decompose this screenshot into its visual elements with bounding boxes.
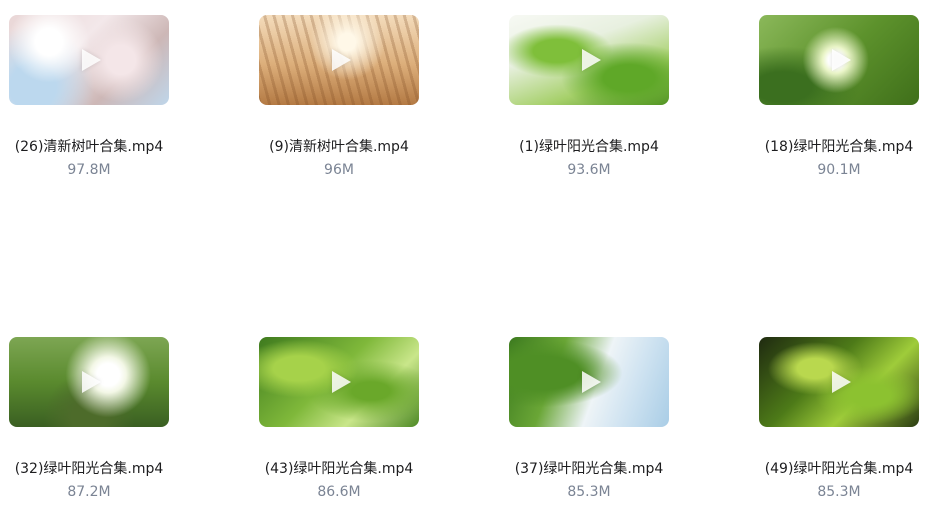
video-file-card[interactable]: (49)绿叶阳光合集.mp4 85.3M bbox=[725, 322, 925, 522]
file-name[interactable]: (1)绿叶阳光合集.mp4 bbox=[475, 136, 703, 156]
file-size: 97.8M bbox=[67, 162, 111, 178]
video-file-grid: (26)清新树叶合集.mp4 97.8M (9)清新树叶合集.mp4 96M (… bbox=[0, 0, 929, 531]
video-file-card[interactable]: (32)绿叶阳光合集.mp4 87.2M bbox=[0, 322, 175, 522]
video-thumbnail[interactable] bbox=[509, 15, 669, 105]
play-icon bbox=[332, 371, 351, 393]
file-size: 85.3M bbox=[817, 484, 861, 500]
file-name[interactable]: (43)绿叶阳光合集.mp4 bbox=[225, 458, 453, 478]
file-size: 96M bbox=[324, 162, 354, 178]
file-size: 90.1M bbox=[817, 162, 861, 178]
play-icon bbox=[82, 371, 101, 393]
file-name[interactable]: (18)绿叶阳光合集.mp4 bbox=[725, 136, 929, 156]
play-icon bbox=[332, 49, 351, 71]
play-icon bbox=[82, 49, 101, 71]
file-size: 87.2M bbox=[67, 484, 111, 500]
video-file-card[interactable]: (1)绿叶阳光合集.mp4 93.6M bbox=[475, 0, 675, 200]
video-thumbnail[interactable] bbox=[759, 337, 919, 427]
file-name[interactable]: (37)绿叶阳光合集.mp4 bbox=[475, 458, 703, 478]
video-thumbnail[interactable] bbox=[759, 15, 919, 105]
play-icon bbox=[582, 49, 601, 71]
video-thumbnail[interactable] bbox=[509, 337, 669, 427]
file-size: 86.6M bbox=[317, 484, 361, 500]
file-name[interactable]: (9)清新树叶合集.mp4 bbox=[225, 136, 453, 156]
video-file-card[interactable]: (26)清新树叶合集.mp4 97.8M bbox=[0, 0, 175, 200]
video-file-card[interactable]: (18)绿叶阳光合集.mp4 90.1M bbox=[725, 0, 925, 200]
video-thumbnail[interactable] bbox=[259, 337, 419, 427]
file-size: 85.3M bbox=[567, 484, 611, 500]
video-file-card[interactable]: (9)清新树叶合集.mp4 96M bbox=[225, 0, 425, 200]
video-thumbnail[interactable] bbox=[259, 15, 419, 105]
play-icon bbox=[832, 371, 851, 393]
play-icon bbox=[582, 371, 601, 393]
video-file-card[interactable]: (37)绿叶阳光合集.mp4 85.3M bbox=[475, 322, 675, 522]
file-size: 93.6M bbox=[567, 162, 611, 178]
video-thumbnail[interactable] bbox=[9, 15, 169, 105]
play-icon bbox=[832, 49, 851, 71]
file-name[interactable]: (26)清新树叶合集.mp4 bbox=[0, 136, 203, 156]
file-name[interactable]: (32)绿叶阳光合集.mp4 bbox=[0, 458, 203, 478]
video-thumbnail[interactable] bbox=[9, 337, 169, 427]
file-name[interactable]: (49)绿叶阳光合集.mp4 bbox=[725, 458, 929, 478]
video-file-card[interactable]: (43)绿叶阳光合集.mp4 86.6M bbox=[225, 322, 425, 522]
